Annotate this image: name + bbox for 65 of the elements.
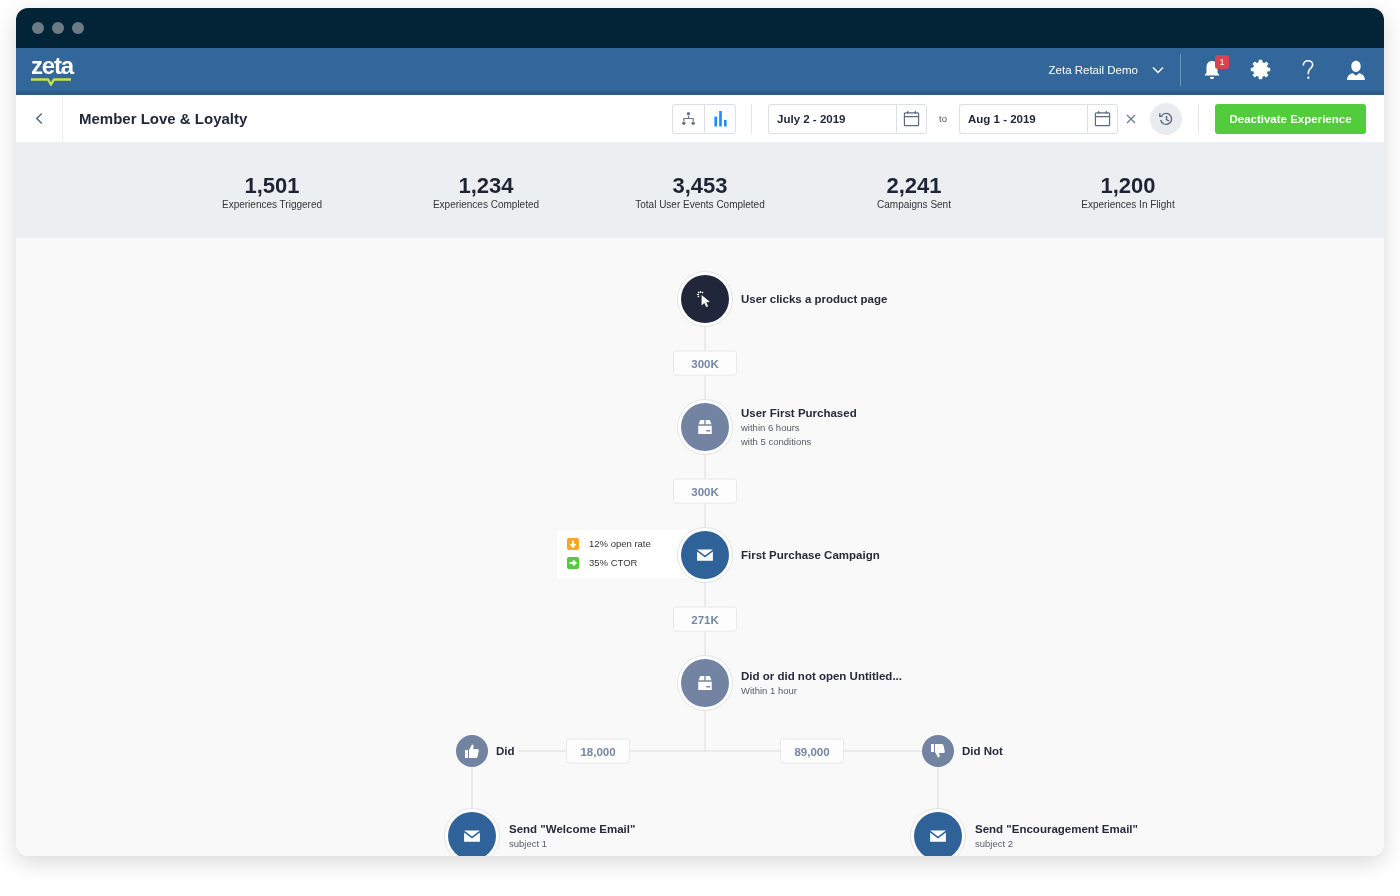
branch-label: Did Not [962, 745, 1003, 757]
node-title: First Purchase Campaign [741, 547, 880, 563]
envelope-icon [929, 827, 947, 845]
speech-underline-icon [31, 78, 71, 86]
count-badge: 18,000 [566, 738, 630, 764]
date-field[interactable]: July 2 - 2019 [768, 103, 897, 134]
window-dot-icon[interactable] [32, 22, 44, 34]
calendar-button[interactable] [896, 103, 928, 134]
node-detail: Within 1 hour [741, 683, 797, 698]
count-badge: 89,000 [780, 738, 844, 764]
calendar-button[interactable] [1087, 103, 1118, 134]
calendar-icon [903, 110, 921, 127]
view-tab[interactable] [704, 103, 737, 134]
calendar-icon [1094, 110, 1111, 127]
node-detail: within 6 hours [741, 420, 800, 435]
thumbs-down-icon [922, 735, 954, 767]
stat-label: Experiences Triggered [221, 198, 323, 211]
node-detail: subject 2 [975, 836, 1014, 851]
caret-down-icon [1152, 65, 1164, 74]
to-label: to [939, 113, 947, 124]
window-dot-icon[interactable] [52, 22, 64, 34]
box-icon [696, 674, 714, 692]
chevron-left-icon [34, 112, 44, 125]
node-detail: with 5 conditions [741, 434, 812, 449]
close-icon [1126, 113, 1136, 124]
envelope-icon [696, 546, 714, 564]
stat-label: Experiences Completed [432, 198, 540, 211]
node-title: Send "Welcome Email" [509, 821, 636, 837]
box-icon [696, 418, 714, 436]
count-badge: 300K [673, 478, 737, 504]
settings-icon[interactable] [1249, 59, 1271, 80]
help-icon[interactable] [1301, 59, 1315, 80]
stat-label: Campaigns Sent [877, 198, 951, 211]
node-title: User First Purchased [741, 405, 857, 421]
user-icon[interactable] [1345, 58, 1367, 81]
stat-value: 1,501 [244, 173, 300, 198]
account-dropdown[interactable]: Zeta Retail Demo [1048, 54, 1164, 85]
branch-label: Did [496, 745, 515, 757]
node-detail: subject 1 [509, 836, 548, 851]
node-title: Send "Encouragement Email" [975, 821, 1138, 837]
count-badge: 300K [673, 350, 737, 376]
history-button[interactable] [1150, 102, 1182, 135]
hierarchy-icon [681, 111, 697, 126]
metric-label: 35% CTOR [589, 557, 638, 568]
stat-value: 3,453 [672, 173, 728, 198]
notification-badge: 1 [1215, 55, 1229, 69]
stat-value: 1,200 [1100, 173, 1156, 198]
date-field[interactable]: Aug 1 - 2019 [959, 103, 1087, 134]
stat-label: Total User Events Completed [635, 198, 765, 211]
view-tab[interactable] [672, 103, 705, 134]
logo-wordmark[interactable]: zeta [31, 55, 73, 77]
node-title: Did or did not open Untitled... [741, 668, 902, 684]
node-title: User clicks a product page [741, 291, 888, 307]
count-badge: 271K [673, 606, 737, 632]
bar-chart-icon [712, 110, 728, 127]
window-dot-icon[interactable] [72, 22, 84, 34]
history-icon [1158, 110, 1174, 127]
stat-value: 2,241 [886, 173, 942, 198]
envelope-icon [463, 827, 481, 845]
thumbs-up-icon [456, 735, 488, 767]
experience-title: Member Love & Loyalty [79, 110, 248, 127]
metric-label: 12% open rate [589, 538, 651, 549]
bell-icon[interactable] [1201, 58, 1223, 81]
stat-label: Experiences In Flight [1081, 198, 1175, 211]
stat-value: 1,234 [458, 173, 514, 198]
